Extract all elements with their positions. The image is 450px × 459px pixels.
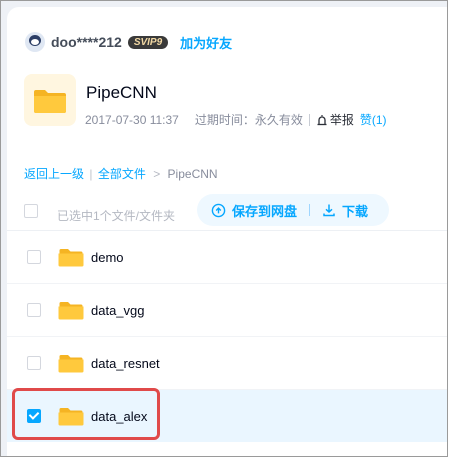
breadcrumb-arrow: > [153, 167, 161, 181]
add-friend-link[interactable]: 加为好友 [180, 33, 232, 52]
item-name[interactable]: demo [91, 250, 124, 265]
save-to-disk-button[interactable]: 保存到网盘 [211, 201, 297, 220]
action-divider [309, 204, 311, 216]
all-files-link[interactable]: 全部文件 [98, 167, 146, 181]
vip-badge: SVIP9 [127, 35, 169, 49]
like-button[interactable]: 赞(1) [360, 111, 387, 128]
breadcrumb: 返回上一级 | 全部文件 > PipeCNN [24, 165, 218, 182]
item-name[interactable]: data_vgg [91, 303, 145, 318]
back-link[interactable]: 返回上一级 [24, 167, 84, 181]
share-title: PipeCNN [86, 83, 157, 102]
item-checkbox[interactable] [27, 356, 41, 370]
breadcrumb-separator: | [89, 167, 93, 181]
item-checkbox[interactable] [27, 250, 41, 264]
window-frame: doo****212 SVIP9 加为好友 PipeCNN 2017-07-30… [0, 0, 448, 457]
folder-icon [58, 249, 84, 267]
list-item[interactable]: data_resnet [7, 337, 447, 389]
avatar[interactable] [25, 32, 45, 52]
save-label: 保存到网盘 [232, 203, 298, 219]
folder-icon [58, 302, 84, 320]
folder-icon [24, 74, 76, 126]
report-icon [317, 114, 327, 125]
share-date: 2017-07-30 11:37 [85, 112, 179, 127]
item-checkbox[interactable] [27, 303, 41, 317]
expire-info: 过期时间：永久有效 [194, 113, 303, 127]
list-item[interactable]: demo [7, 231, 447, 283]
download-icon [323, 204, 335, 217]
action-bar: 保存到网盘 下载 [197, 194, 389, 226]
breadcrumb-current: PipeCNN [167, 167, 218, 181]
share-meta: 2017-07-30 11:37 过期时间：永久有效 举报 赞(1) [85, 111, 387, 128]
folder-icon [58, 355, 84, 373]
select-all-checkbox[interactable] [24, 204, 38, 218]
report-button[interactable]: 举报 [316, 111, 354, 128]
username[interactable]: doo****212 [51, 34, 122, 50]
report-label: 举报 [329, 113, 354, 127]
item-name[interactable]: data_resnet [91, 356, 160, 371]
cloud-upload-icon [211, 203, 226, 217]
selection-highlight-box [12, 388, 160, 440]
selected-count: 已选中1个文件/文件夹 [57, 209, 176, 223]
list-item[interactable]: data_vgg [7, 284, 447, 336]
sharer-info: doo****212 SVIP9 加为好友 [25, 31, 232, 53]
download-label: 下载 [342, 203, 369, 219]
download-button[interactable]: 下载 [322, 201, 368, 220]
